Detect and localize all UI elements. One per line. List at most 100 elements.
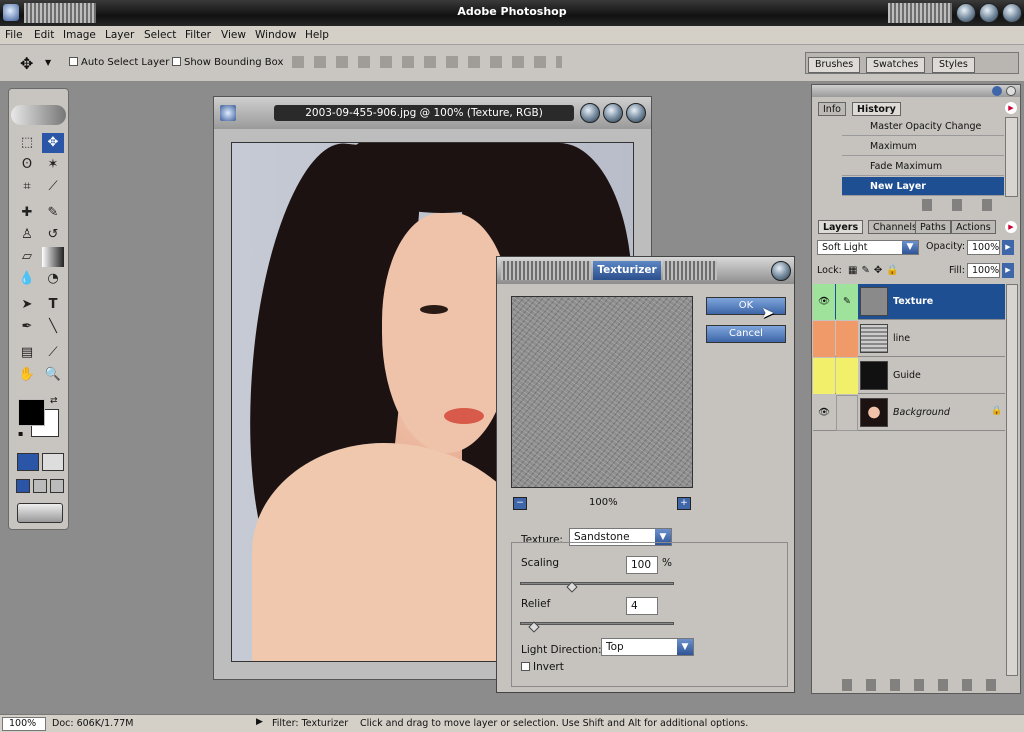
swap-colors-icon[interactable]: ⇄ — [50, 396, 58, 406]
hand-tool-icon[interactable]: ✋ — [16, 365, 38, 385]
cancel-button[interactable]: Cancel — [706, 325, 786, 343]
type-tool-icon[interactable]: T — [42, 295, 64, 315]
eyedropper-tool-icon[interactable]: ⟋ — [42, 343, 64, 363]
well-tab-swatches[interactable]: Swatches — [866, 57, 926, 73]
preset-dropdown-icon[interactable]: ▼ — [45, 58, 51, 67]
tab-layers[interactable]: Layers — [818, 220, 864, 234]
tab-info[interactable]: Info — [818, 102, 846, 116]
document-close-button[interactable] — [626, 103, 646, 123]
gradient-tool-icon[interactable] — [42, 247, 64, 267]
auto-select-checkbox[interactable]: Auto Select Layer — [69, 57, 169, 68]
document-maximize-button[interactable] — [603, 103, 623, 123]
layer-link-box[interactable] — [836, 358, 858, 394]
lasso-tool-icon[interactable]: ʘ — [16, 155, 38, 175]
layer-link-box[interactable] — [836, 395, 858, 431]
screen-mode-standard-button[interactable] — [16, 479, 30, 493]
history-item[interactable]: Fade Maximum — [842, 157, 1004, 176]
layer-visibility-eye-icon[interactable]: 👁 — [813, 395, 835, 431]
eraser-tool-icon[interactable]: ▱ — [16, 247, 38, 267]
filter-preview[interactable] — [511, 296, 693, 488]
pen-tool-icon[interactable]: ✒ — [16, 317, 38, 337]
menu-filter[interactable]: Filter — [185, 29, 211, 41]
blur-tool-icon[interactable]: 💧 — [16, 269, 38, 289]
zoom-out-button[interactable]: − — [513, 497, 527, 510]
layer-brush-icon[interactable]: ✎ — [836, 284, 858, 320]
tab-channels[interactable]: Channels — [868, 220, 922, 234]
fill-input[interactable]: 100% — [967, 263, 1000, 278]
layer-row-texture[interactable]: 👁 ✎ Texture — [813, 284, 1005, 320]
dialog-close-button[interactable] — [771, 261, 791, 281]
document-title-bar[interactable]: 2003-09-455-906.jpg @ 100% (Texture, RGB… — [214, 97, 651, 129]
tab-actions[interactable]: Actions — [951, 220, 996, 234]
notes-tool-icon[interactable]: ▤ — [16, 343, 38, 363]
crop-tool-icon[interactable]: ⌗ — [16, 177, 38, 197]
layers-menu-arrow-icon[interactable]: ▶ — [1005, 221, 1017, 233]
clone-stamp-tool-icon[interactable]: ♙ — [16, 225, 38, 245]
maximize-button[interactable] — [979, 3, 999, 23]
menu-view[interactable]: View — [221, 29, 246, 41]
texturizer-title-bar[interactable]: Texturizer — [497, 257, 794, 284]
standard-mode-button[interactable] — [17, 453, 39, 471]
zoom-tool-icon[interactable]: 🔍 — [42, 365, 64, 385]
history-item-selected[interactable]: New Layer — [842, 177, 1004, 196]
slice-tool-icon[interactable]: ⟋ — [42, 177, 64, 197]
well-tab-brushes[interactable]: Brushes — [808, 57, 861, 73]
layer-row-line[interactable]: line — [813, 321, 1005, 357]
auto-select-check-icon[interactable] — [69, 57, 78, 66]
healing-brush-tool-icon[interactable]: ✚ — [16, 203, 38, 223]
layer-visibility-eye-icon[interactable]: 👁 — [813, 284, 835, 320]
line-tool-icon[interactable]: ╲ — [42, 317, 64, 337]
blend-mode-select[interactable]: Soft Light ▼ — [817, 240, 919, 255]
light-direction-dropdown-icon[interactable]: ▼ — [677, 639, 693, 655]
layer-row-guide[interactable]: Guide — [813, 358, 1005, 394]
path-selection-tool-icon[interactable]: ➤ — [16, 295, 38, 315]
tab-history[interactable]: History — [852, 102, 901, 116]
palette-minimize-icon[interactable] — [992, 86, 1002, 96]
layers-scrollbar[interactable] — [1006, 284, 1018, 676]
scaling-slider[interactable] — [520, 582, 674, 585]
menu-image[interactable]: Image — [63, 29, 96, 41]
opacity-input[interactable]: 100% — [967, 240, 1000, 255]
palette-close-icon[interactable] — [1006, 86, 1016, 96]
menu-help[interactable]: Help — [305, 29, 329, 41]
opacity-arrow-icon[interactable]: ▶ — [1002, 240, 1014, 255]
invert-check-icon[interactable] — [521, 662, 530, 671]
layer-row-background[interactable]: 👁 Background 🔒 — [813, 395, 1005, 431]
screen-mode-full-menu-button[interactable] — [33, 479, 47, 493]
history-item[interactable]: Master Opacity Change — [842, 117, 1004, 136]
minimize-button[interactable] — [956, 3, 976, 23]
bounding-box-checkbox[interactable]: Show Bounding Box — [172, 57, 283, 68]
relief-slider[interactable] — [520, 622, 674, 625]
bounding-box-check-icon[interactable] — [172, 57, 181, 66]
layer-link-box[interactable] — [836, 321, 858, 357]
dodge-tool-icon[interactable]: ◔ — [42, 269, 64, 289]
menu-select[interactable]: Select — [144, 29, 176, 41]
zoom-in-button[interactable]: + — [677, 497, 691, 510]
menu-window[interactable]: Window — [255, 29, 296, 41]
layer-visibility-box[interactable] — [813, 358, 835, 394]
status-zoom[interactable]: 100% — [2, 717, 46, 731]
invert-checkbox[interactable]: Invert — [521, 661, 564, 673]
marquee-tool-icon[interactable]: ⬚ — [16, 133, 38, 153]
magic-wand-tool-icon[interactable]: ✶ — [42, 155, 64, 175]
fill-arrow-icon[interactable]: ▶ — [1002, 263, 1014, 278]
foreground-color-swatch[interactable] — [18, 399, 45, 426]
scaling-input[interactable]: 100 — [626, 556, 658, 574]
history-item[interactable]: Maximum — [842, 137, 1004, 156]
menu-edit[interactable]: Edit — [34, 29, 54, 41]
history-menu-arrow-icon[interactable]: ▶ — [1005, 102, 1017, 114]
default-colors-icon[interactable]: ▪ — [18, 429, 23, 438]
quick-mask-mode-button[interactable] — [42, 453, 64, 471]
document-minimize-button[interactable] — [580, 103, 600, 123]
status-menu-arrow-icon[interactable]: ▶ — [256, 717, 263, 727]
move-tool-icon[interactable]: ✥ — [42, 133, 64, 153]
close-button[interactable] — [1002, 3, 1022, 23]
history-brush-tool-icon[interactable]: ↺ — [42, 225, 64, 245]
history-scrollbar[interactable] — [1005, 117, 1018, 197]
lock-icons[interactable]: ▦✎✥🔒 — [848, 265, 903, 276]
well-tab-styles[interactable]: Styles — [932, 57, 975, 73]
align-buttons[interactable] — [292, 56, 562, 68]
tab-paths[interactable]: Paths — [915, 220, 951, 234]
jump-to-imageready-button[interactable] — [17, 503, 63, 523]
blend-mode-dropdown-icon[interactable]: ▼ — [902, 241, 918, 254]
